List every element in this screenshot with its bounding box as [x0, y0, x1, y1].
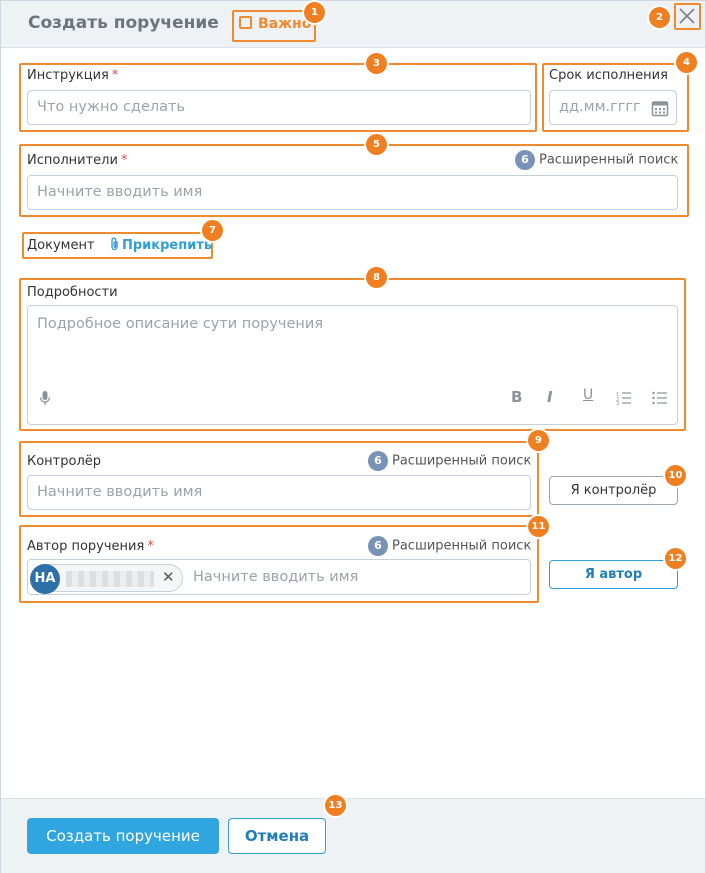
advanced-search-label: Расширенный поиск	[392, 453, 532, 469]
annotation-badge: 13	[325, 795, 346, 816]
annotation-badge: 5	[366, 134, 387, 155]
attach-link[interactable]: Прикрепить	[110, 237, 212, 255]
annotation-badge: 10	[665, 465, 686, 486]
details-textarea[interactable]: Подробное описание сути поручения B I U …	[27, 305, 678, 425]
deadline-placeholder: дд.мм.гггг	[559, 99, 641, 115]
attach-label: Прикрепить	[122, 238, 213, 253]
executors-input[interactable]: Начните вводить имя	[27, 175, 678, 210]
paperclip-icon	[110, 237, 120, 255]
annotation-badge: 4	[676, 52, 697, 73]
highlight-close	[674, 3, 701, 30]
avatar: НА	[30, 564, 60, 594]
document-label: Документ	[27, 238, 95, 253]
annotation-badge: 12	[665, 548, 686, 569]
executors-advanced-search-link[interactable]: 6 Расширенный поиск	[515, 150, 678, 170]
instruction-placeholder: Что нужно сделать	[37, 99, 186, 115]
executors-label-text: Исполнители	[27, 153, 118, 168]
advanced-search-label: Расширенный поиск	[539, 152, 679, 168]
author-label-text: Автор поручения	[27, 539, 145, 554]
dialog-title: Создать поручение	[28, 13, 219, 33]
search-badge: 6	[368, 536, 388, 556]
remove-chip-icon[interactable]: ✕	[162, 568, 175, 586]
controller-placeholder: Начните вводить имя	[37, 484, 203, 500]
underline-icon[interactable]: U	[583, 387, 593, 403]
search-badge: 6	[515, 150, 535, 170]
required-mark: *	[111, 68, 119, 83]
i-am-controller-button[interactable]: Я контролёр	[549, 476, 678, 505]
annotation-badge: 1	[304, 2, 325, 23]
executors-placeholder: Начните вводить имя	[37, 184, 203, 200]
microphone-icon[interactable]	[39, 390, 51, 410]
annotation-badge: 9	[528, 430, 549, 451]
details-placeholder: Подробное описание сути поручения	[37, 316, 324, 332]
annotation-badge: 8	[366, 267, 387, 288]
i-am-author-button[interactable]: Я автор	[549, 560, 678, 589]
numbered-list-icon[interactable]: 123	[616, 390, 632, 409]
deadline-label: Срок исполнения	[549, 68, 668, 83]
instruction-label: Инструкция *	[27, 68, 118, 83]
required-mark: *	[120, 153, 128, 168]
annotation-badge: 3	[366, 53, 387, 74]
create-task-button[interactable]: Создать поручение	[27, 818, 219, 854]
dialog-header: Создать поручение Важно	[1, 1, 705, 48]
author-advanced-search-link[interactable]: 6 Расширенный поиск	[368, 536, 531, 556]
annotation-badge: 7	[202, 220, 223, 241]
required-mark: *	[147, 539, 154, 554]
italic-icon[interactable]: I	[547, 388, 553, 406]
instruction-label-text: Инструкция	[27, 68, 109, 83]
cancel-button[interactable]: Отмена	[228, 818, 326, 854]
svg-text:3: 3	[616, 401, 619, 405]
deadline-input[interactable]: дд.мм.гггг	[549, 90, 677, 125]
author-placeholder: Начните вводить имя	[193, 569, 359, 585]
author-chip: НА ✕	[30, 564, 183, 594]
executors-label: Исполнители *	[27, 153, 127, 168]
advanced-search-label: Расширенный поиск	[392, 538, 532, 554]
bold-icon[interactable]: B	[511, 388, 522, 406]
controller-label: Контролёр	[27, 454, 102, 469]
calendar-icon[interactable]	[651, 99, 669, 121]
annotation-badge: 11	[528, 516, 549, 537]
bulleted-list-icon[interactable]	[652, 390, 668, 409]
annotation-badge: 2	[649, 7, 670, 28]
author-label: Автор поручения *	[27, 539, 154, 554]
details-label: Подробности	[27, 285, 118, 300]
search-badge: 6	[368, 451, 388, 471]
controller-input[interactable]: Начните вводить имя	[27, 475, 531, 510]
author-name-redacted	[66, 571, 154, 587]
instruction-input[interactable]: Что нужно сделать	[27, 90, 531, 125]
controller-advanced-search-link[interactable]: 6 Расширенный поиск	[368, 451, 531, 471]
create-task-dialog: Создать поручение Важно Инструкция * Что …	[0, 0, 706, 873]
